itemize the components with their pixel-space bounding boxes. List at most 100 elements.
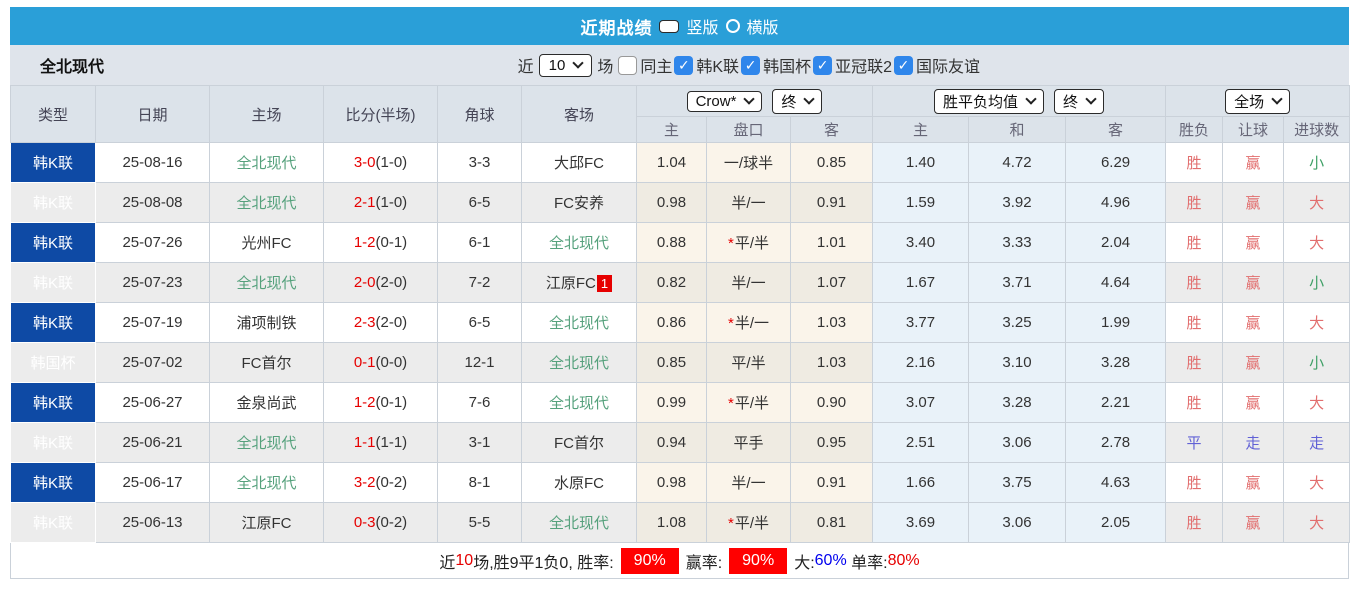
subheader-mean-away: 客 xyxy=(1065,116,1167,143)
odds-home-cell: 0.82 xyxy=(636,262,707,303)
home-cell: 全北现代 xyxy=(209,262,324,303)
handicap-value: 平/半 xyxy=(734,235,769,252)
result-handicap-cell: 赢 xyxy=(1222,142,1285,183)
table-row: 韩K联 25-06-17 全北现代 3-2(0-2) 8-1 水原FC 0.98 半/一 0.9… xyxy=(10,462,1351,503)
subheader-result-goals: 进球数 xyxy=(1283,116,1351,143)
odds-home-cell: 0.98 xyxy=(636,182,707,223)
away-team: 全北现代 xyxy=(548,395,609,412)
fulltime-score: 1-1 xyxy=(353,434,376,451)
corners-cell: 12-1 xyxy=(437,342,522,383)
away-cell: 大邱FC xyxy=(521,142,637,183)
checkbox-acl2-label[interactable]: 亚冠联2 xyxy=(835,53,892,77)
radio-horizontal-label[interactable]: 横版 xyxy=(747,14,779,38)
result-wdl-cell: 平 xyxy=(1165,422,1224,463)
date-cell: 25-06-17 xyxy=(95,462,210,503)
handicap-value: 半/一 xyxy=(731,475,766,492)
away-team: FC安养 xyxy=(554,195,604,212)
means-time-select[interactable]: 终 xyxy=(1054,88,1105,114)
result-wdl: 胜 xyxy=(1186,475,1202,492)
score-cell: 1-2(0-1) xyxy=(323,222,438,263)
league-badge: 韩K联 xyxy=(32,155,73,172)
score-cell: 0-1(0-0) xyxy=(323,342,438,383)
result-wdl-cell: 胜 xyxy=(1165,342,1224,383)
away-cell: 江原FC 1 xyxy=(521,262,637,303)
type-cell: 韩K联 xyxy=(10,142,96,183)
handicap-cell: *平/半 xyxy=(706,222,791,263)
handicap-star: * xyxy=(727,235,734,252)
home-team: 全北现代 xyxy=(236,155,297,172)
date-cell: 25-06-13 xyxy=(95,502,210,543)
table-row: 韩K联 25-07-19 浦项制铁 2-3(2-0) 6-5 全北现代 0.86 *半/一 1.… xyxy=(10,302,1351,343)
odds-home-cell: 1.04 xyxy=(636,142,707,183)
corners-cell: 8-1 xyxy=(437,462,522,503)
checkbox-acl2[interactable]: ✓ xyxy=(813,55,833,75)
checkbox-friendly[interactable]: ✓ xyxy=(893,55,913,75)
mean-home-cell: 3.07 xyxy=(872,382,970,423)
odds-group-header: Crow* 终 xyxy=(635,85,874,117)
results-table: 类型 日期 主场 比分(半场) 角球 客场 Crow* 终 胜平负均值 终 全场… xyxy=(10,85,1351,543)
halftime-score: (0-1) xyxy=(375,394,408,411)
mean-draw-cell: 3.06 xyxy=(968,502,1067,543)
checkbox-k-league-label[interactable]: 韩K联 xyxy=(696,53,739,77)
header-type: 类型 xyxy=(10,85,96,143)
league-badge: 韩K联 xyxy=(32,395,73,412)
home-cell: 光州FC xyxy=(209,222,324,263)
checkbox-k-league[interactable]: ✓ xyxy=(674,55,694,75)
means-source-select[interactable]: 胜平负均值 xyxy=(934,88,1045,114)
result-goals: 大 xyxy=(1309,395,1325,412)
away-team: 大邱FC xyxy=(554,155,604,172)
subheader-result-handicap: 让球 xyxy=(1222,116,1285,143)
corners-cell: 3-3 xyxy=(437,142,522,183)
result-handicap-cell: 赢 xyxy=(1222,222,1285,263)
handicap-cell: 半/一 xyxy=(706,182,791,223)
radio-vertical-layout[interactable] xyxy=(659,19,680,33)
table-row: 韩K联 25-06-21 全北现代 1-1(1-1) 3-1 FC首尔 0.94 平手 0.95… xyxy=(10,422,1351,463)
handicap-cell: 半/一 xyxy=(706,262,791,303)
fulltime-score: 3-0 xyxy=(353,154,376,171)
table-row: 韩K联 25-08-16 全北现代 3-0(1-0) 3-3 大邱FC 1.04 一/球半 0.… xyxy=(10,142,1351,183)
radio-horizontal-layout[interactable] xyxy=(725,19,740,33)
corners-cell: 5-5 xyxy=(437,502,522,543)
games-count-select[interactable]: 10 xyxy=(538,53,593,77)
odds-home-cell: 0.94 xyxy=(636,422,707,463)
checkbox-same-venue-label[interactable]: 同主 xyxy=(640,53,672,77)
result-wdl: 胜 xyxy=(1186,235,1202,252)
odds-away-cell: 1.01 xyxy=(789,222,874,263)
mean-away-cell: 3.28 xyxy=(1065,342,1167,383)
result-goals: 走 xyxy=(1309,435,1325,452)
handicap-rate-badge: 90% xyxy=(729,547,788,574)
fulltime-score: 0-3 xyxy=(353,514,376,531)
games-label: 场 xyxy=(597,59,614,76)
result-wdl: 胜 xyxy=(1186,315,1202,332)
mean-away-cell: 4.96 xyxy=(1065,182,1167,223)
odds-away-cell: 0.95 xyxy=(789,422,874,463)
result-goals: 大 xyxy=(1309,315,1325,332)
table-row: 韩K联 25-06-27 金泉尚武 1-2(0-1) 7-6 全北现代 0.99 *平/半 0.… xyxy=(10,382,1351,423)
league-badge: 韩国杯 xyxy=(30,355,76,372)
table-row: 韩K联 25-08-08 全北现代 2-1(1-0) 6-5 FC安养 0.98 半/一 0.9… xyxy=(10,182,1351,223)
checkbox-same-venue[interactable] xyxy=(618,55,638,75)
odds-away-cell: 1.07 xyxy=(789,262,874,303)
checkbox-friendly-label[interactable]: 国际友谊 xyxy=(916,53,980,77)
checkbox-korean-cup-label[interactable]: 韩国杯 xyxy=(763,53,811,77)
mean-draw-cell: 3.71 xyxy=(968,262,1067,303)
odds-source-select[interactable]: Crow* xyxy=(686,90,763,112)
result-handicap-cell: 赢 xyxy=(1222,502,1285,543)
result-goals-cell: 大 xyxy=(1283,502,1351,543)
home-cell: 金泉尚武 xyxy=(209,382,324,423)
header-home: 主场 xyxy=(209,85,324,143)
summary-near: 近 xyxy=(439,554,456,572)
league-badge: 韩K联 xyxy=(32,315,73,332)
fulltime-score: 2-1 xyxy=(353,194,376,211)
away-team: FC首尔 xyxy=(554,435,604,452)
mean-draw-cell: 3.92 xyxy=(968,182,1067,223)
home-team: 浦项制铁 xyxy=(236,315,297,332)
away-team: 全北现代 xyxy=(548,355,609,372)
header-corners: 角球 xyxy=(437,85,522,143)
checkbox-korean-cup[interactable]: ✓ xyxy=(741,55,761,75)
odds-time-select[interactable]: 终 xyxy=(772,88,823,114)
mean-away-cell: 1.99 xyxy=(1065,302,1167,343)
scope-select[interactable]: 全场 xyxy=(1225,88,1291,114)
radio-vertical-label[interactable]: 竖版 xyxy=(686,14,718,38)
home-cell: 全北现代 xyxy=(209,182,324,223)
